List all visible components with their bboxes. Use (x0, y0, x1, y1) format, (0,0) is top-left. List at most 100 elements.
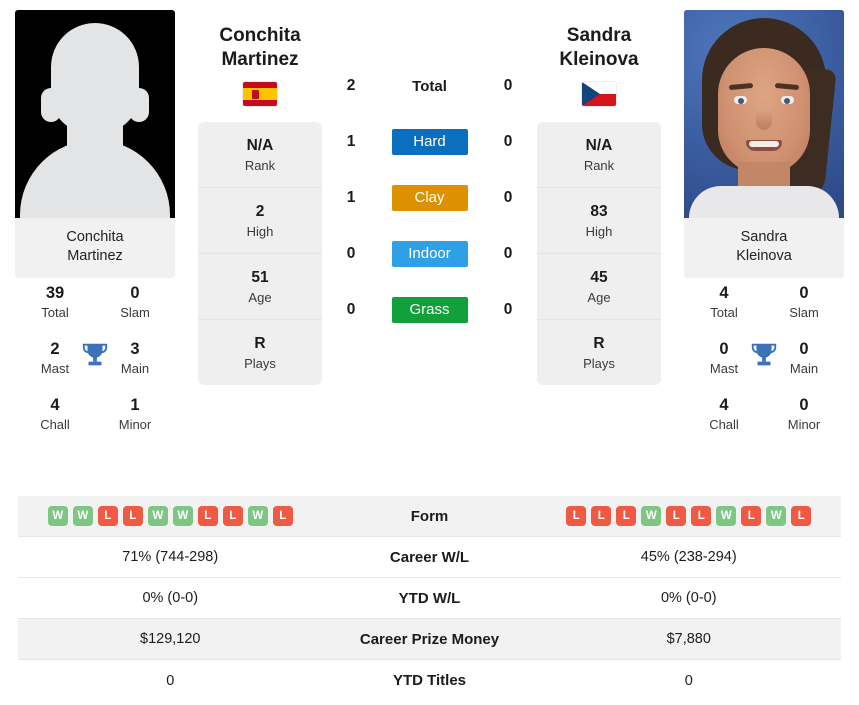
table-row-career-prize-money: $129,120 Career Prize Money $7,880 (18, 619, 841, 660)
right-player-name-line1: Sandra (566, 25, 632, 46)
right-info-plays: R Plays (537, 319, 661, 385)
row-label-ytd-titles: YTD Titles (392, 672, 467, 689)
form-badge-w: W (147, 506, 168, 526)
left-career-wl: 71% (744-298) (122, 549, 219, 565)
h2h-total-label-wrap: Total (372, 78, 487, 95)
trophy-icon (751, 343, 777, 366)
top-section: Conchita Martinez 39 Total 0 Slam 2 Mast… (0, 0, 859, 490)
right-player-photo-column: Sandra Kleinova 4 Total 0 Slam 0 Mast 0 … (669, 0, 859, 490)
right-player-name-column: Sandra Kleinova N/A Rank 83 High 45 Age … (529, 0, 669, 490)
left-info-plays: R Plays (198, 319, 322, 385)
left-titles-row-1: 39 Total 0 Slam (15, 282, 175, 338)
h2h-total-right-score: 0 (503, 77, 513, 94)
right-stat-minor-value: 0 (799, 396, 809, 414)
form-badge-l: L (591, 506, 612, 526)
right-info-rank-value: N/A (585, 137, 613, 154)
h2h-indoor-left-score: 0 (346, 245, 356, 262)
form-badge-l: L (122, 506, 143, 526)
left-player-name[interactable]: Conchita Martinez (219, 24, 300, 72)
form-badge-l: L (691, 506, 712, 526)
left-form-badges: WWLLWWLLWL (18, 506, 323, 526)
left-player-name-line1: Conchita (219, 25, 301, 46)
h2h-hard-label-wrap: Hard (372, 129, 487, 155)
right-caption-line2: Kleinova (736, 248, 792, 264)
left-stat-chall-value: 4 (50, 396, 60, 414)
form-badge-w: W (766, 506, 787, 526)
right-titles-row-3: 4 Chall 0 Minor (684, 394, 844, 450)
right-info-plays-label: Plays (583, 356, 615, 371)
left-stat-slam: 0 Slam (95, 282, 175, 322)
left-info-rank-value: N/A (246, 137, 274, 154)
right-stat-slam: 0 Slam (764, 282, 844, 322)
left-info-rank: N/A Rank (198, 122, 322, 187)
h2h-row-grass: 0 Grass 0 (330, 282, 529, 338)
surface-badge-indoor[interactable]: Indoor (391, 241, 468, 267)
right-player-photo-card[interactable]: Sandra Kleinova (684, 10, 844, 278)
right-info-age: 45 Age (537, 253, 661, 319)
row-label-career-wl: Career W/L (389, 548, 470, 566)
form-badge-l: L (97, 506, 118, 526)
right-info-plays-value: R (593, 335, 605, 352)
form-badge-w: W (72, 506, 93, 526)
left-info-age-label: Age (248, 290, 272, 305)
form-badge-l: L (791, 506, 812, 526)
right-ytd-titles: 0 (684, 672, 693, 689)
left-info-high-label: High (246, 224, 274, 239)
right-info-rank: N/A Rank (537, 122, 661, 187)
h2h-clay-left-score: 1 (346, 189, 356, 206)
h2h-hard-left-score: 1 (346, 133, 356, 150)
left-stat-slam-label: Slam (120, 305, 150, 320)
left-info-plays-label: Plays (244, 356, 276, 371)
surface-badge-clay[interactable]: Clay (391, 185, 468, 211)
right-stat-slam-value: 0 (799, 284, 809, 302)
form-badge-l: L (566, 506, 587, 526)
player-silhouette-placeholder-icon (15, 10, 175, 218)
left-info-rank-label: Rank (244, 158, 276, 173)
right-player-name-line2: Kleinova (559, 49, 639, 70)
right-info-high-label: High (585, 224, 613, 239)
left-stat-minor-value: 1 (130, 396, 140, 414)
surface-badge-hard[interactable]: Hard (391, 129, 468, 155)
right-stat-total-label: Total (710, 305, 738, 320)
left-stat-total-label: Total (41, 305, 69, 320)
row-label-ytd-wl: YTD W/L (398, 589, 461, 607)
left-stat-total: 39 Total (15, 282, 95, 322)
h2h-row-total: 2 Total 0 (330, 58, 529, 114)
left-form-cell: WWLLWWLLWL (18, 506, 323, 526)
head-to-head-column: 2 Total 0 1 Hard 0 1 Clay 0 0 Indoor 0 0… (330, 0, 529, 490)
h2h-indoor-right-score: 0 (503, 245, 513, 262)
left-titles-row-3: 4 Chall 1 Minor (15, 394, 175, 450)
left-player-name-column: Conchita Martinez N/A Rank 2 High 51 Age… (190, 0, 330, 490)
h2h-total-label: Total (412, 77, 447, 95)
right-player-info-card: N/A Rank 83 High 45 Age R Plays (537, 122, 661, 385)
right-player-photo (684, 10, 844, 218)
right-stat-total-value: 4 (719, 284, 729, 302)
table-row-ytd-wl: 0% (0-0) YTD W/L 0% (0-0) (18, 578, 841, 619)
left-stat-minor: 1 Minor (95, 394, 175, 434)
form-badge-l: L (222, 506, 243, 526)
right-player-photo-caption: Sandra Kleinova (684, 218, 844, 278)
player-portrait-photo (684, 10, 844, 218)
right-player-titles-grid: 4 Total 0 Slam 0 Mast 0 Main 4 Chall 0 M… (684, 278, 844, 450)
left-career-prize-money: $129,120 (140, 631, 201, 647)
right-career-prize-money: $7,880 (666, 631, 711, 647)
form-badge-w: W (172, 506, 193, 526)
left-caption-line1: Conchita (66, 229, 124, 245)
form-badge-w: W (247, 506, 268, 526)
left-player-photo-card[interactable]: Conchita Martinez (15, 10, 175, 278)
h2h-total-left-score: 2 (346, 77, 356, 94)
h2h-clay-label-wrap: Clay (372, 185, 487, 211)
right-stat-total: 4 Total (684, 282, 764, 322)
row-label-form: Form (410, 507, 449, 525)
left-caption-line2: Martinez (67, 248, 123, 264)
left-player-name-line2: Martinez (221, 49, 299, 70)
right-info-age-value: 45 (590, 269, 608, 286)
spain-flag-icon (243, 82, 277, 106)
surface-badge-grass[interactable]: Grass (391, 297, 468, 323)
left-stat-total-value: 39 (45, 284, 65, 302)
left-player-photo-caption: Conchita Martinez (15, 218, 175, 278)
right-player-name[interactable]: Sandra Kleinova (559, 24, 638, 72)
form-badge-w: W (716, 506, 737, 526)
right-info-high: 83 High (537, 187, 661, 253)
right-stat-chall-value: 4 (719, 396, 729, 414)
